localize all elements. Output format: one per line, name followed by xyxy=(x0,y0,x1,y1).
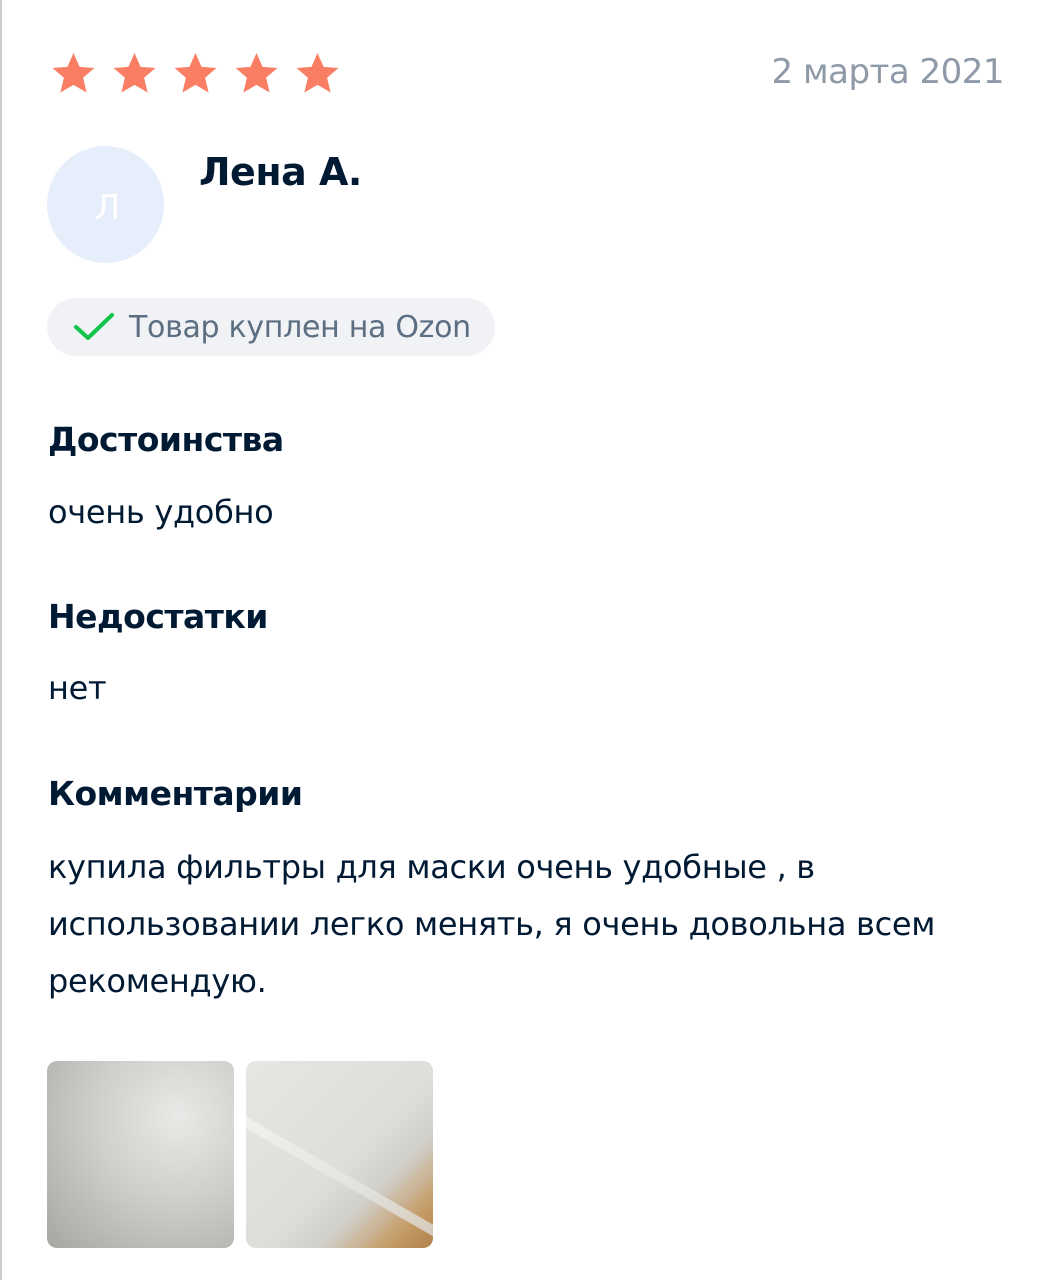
star-icon xyxy=(296,52,339,93)
star-icon xyxy=(235,52,278,93)
pros-title: Достоинства xyxy=(48,420,284,459)
star-icon xyxy=(52,52,95,93)
star-icon xyxy=(113,52,156,93)
cons-title: Недостатки xyxy=(48,597,268,636)
purchase-verified-badge: Товар куплен на Ozon xyxy=(47,298,495,356)
avatar[interactable]: Л xyxy=(47,146,164,263)
check-icon xyxy=(74,313,114,340)
avatar-initial: Л xyxy=(94,187,121,228)
left-border xyxy=(0,0,2,1280)
author-name[interactable]: Лена А. xyxy=(199,150,362,194)
pros-text: очень удобно xyxy=(48,493,274,531)
cons-text: нет xyxy=(48,669,107,707)
review-photo-2[interactable] xyxy=(246,1061,433,1248)
badge-label: Товар куплен на Ozon xyxy=(129,309,471,345)
comment-text: купила фильтры для маски очень удобные ,… xyxy=(48,848,936,1000)
rating-stars xyxy=(50,50,355,97)
review-date: 2 марта 2021 xyxy=(771,52,1005,92)
comment-title: Комментарии xyxy=(48,774,303,813)
star-icon xyxy=(174,52,217,93)
review-photo-1[interactable] xyxy=(47,1061,234,1248)
